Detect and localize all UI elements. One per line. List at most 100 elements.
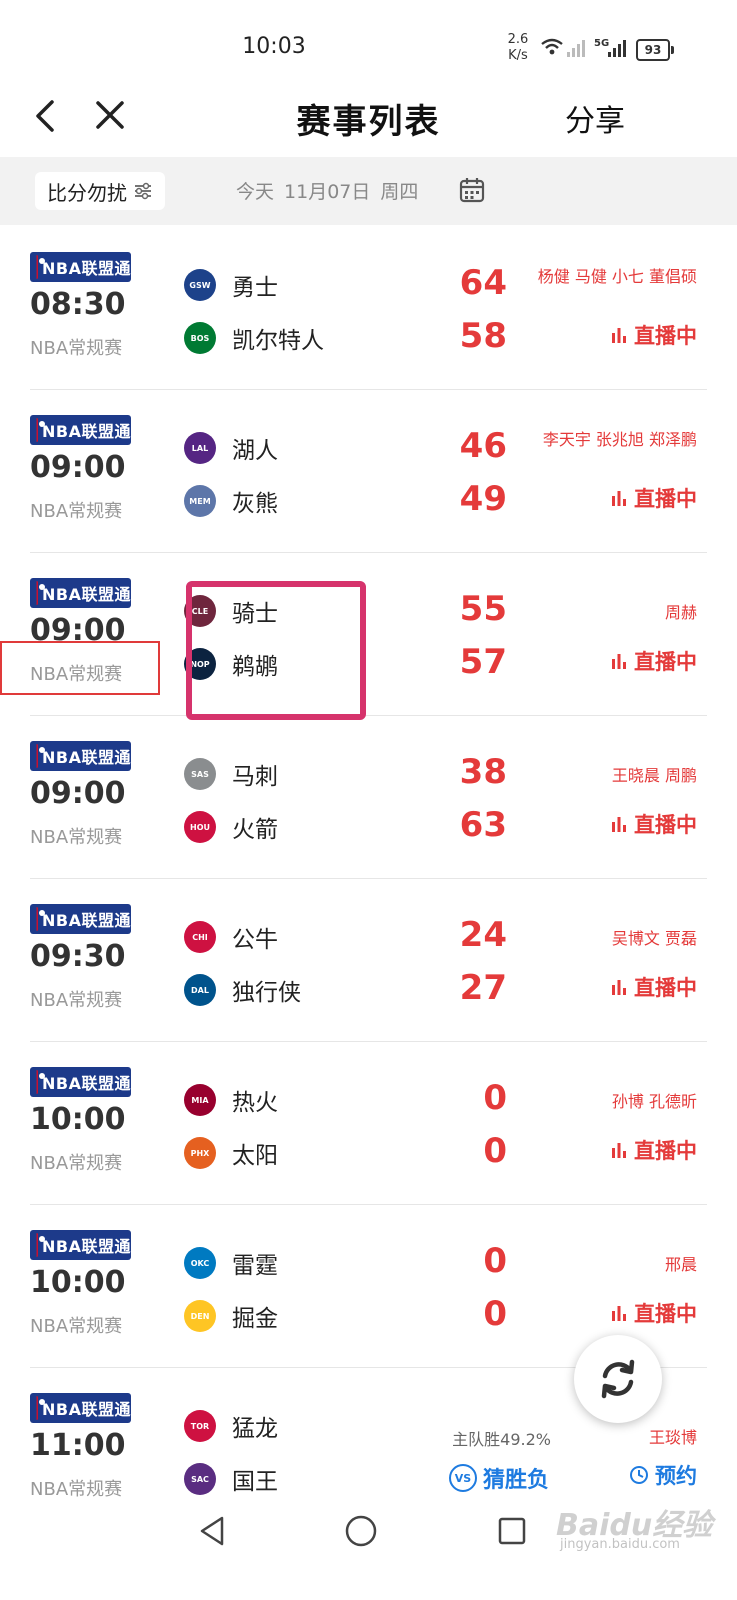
game-row[interactable]: NBA联盟通 10:00 NBA常规赛 MIA 热火 PHX 太阳 0 0 孙博 孔…: [30, 1042, 707, 1205]
score-home: 38: [459, 752, 507, 792]
filter-sliders-icon: [135, 182, 151, 200]
bulls-logo-icon: CHI: [184, 921, 216, 953]
clock-icon: [630, 1466, 648, 1484]
league-name: NBA常规赛: [30, 1153, 123, 1174]
celtics-logo-icon: BOS: [184, 322, 216, 354]
nba-logo-icon: [35, 418, 46, 442]
team-name: 猛龙: [232, 1416, 278, 1442]
league-name: NBA常规赛: [30, 827, 123, 848]
league-badge: NBA联盟通: [30, 1067, 131, 1097]
league-name: NBA常规赛: [30, 1316, 123, 1337]
league-badge: NBA联盟通: [30, 1230, 131, 1260]
score-away: 27: [459, 968, 507, 1008]
wifi-icon: [541, 38, 563, 55]
do-not-disturb-chip[interactable]: 比分勿扰: [35, 172, 165, 210]
score-home: 64: [459, 263, 507, 303]
nba-logo-icon: [35, 255, 46, 279]
live-bars-icon: [612, 328, 626, 343]
nba-logo-icon: [35, 1233, 46, 1257]
team-name: 雷霆: [232, 1253, 278, 1279]
team-name: 热火: [232, 1090, 278, 1116]
score-away: 0: [483, 1294, 507, 1334]
commentators: 周赫: [664, 603, 697, 622]
score-home: 46: [459, 426, 507, 466]
live-status[interactable]: 直播中: [610, 1298, 697, 1328]
team-away: HOU 火箭: [184, 807, 278, 847]
spurs-logo-icon: SAS: [184, 758, 216, 790]
nba-logo-icon: [35, 744, 46, 768]
game-row[interactable]: NBA联盟通 08:30 NBA常规赛 GSW 勇士 BOS 凯尔特人 64 58 …: [30, 227, 707, 390]
live-status[interactable]: 直播中: [610, 1135, 697, 1165]
lakers-logo-icon: LAL: [184, 432, 216, 464]
league-name: NBA常规赛: [30, 501, 123, 522]
refresh-button[interactable]: [574, 1335, 662, 1423]
team-name: 掘金: [232, 1306, 278, 1332]
game-list: NBA联盟通 08:30 NBA常规赛 GSW 勇士 BOS 凯尔特人 64 58 …: [0, 227, 737, 1530]
guess-winner-button[interactable]: VS 猜胜负: [448, 1462, 549, 1494]
team-name: 火箭: [232, 817, 278, 843]
team-name: 马刺: [232, 764, 278, 790]
score-home: 0: [483, 1078, 507, 1118]
game-time: 10:00: [30, 1265, 126, 1300]
league-badge: NBA联盟通: [30, 578, 131, 608]
game-time: 09:30: [30, 939, 126, 974]
league-name: NBA常规赛: [30, 1479, 123, 1500]
team-away: BOS 凯尔特人: [184, 318, 324, 358]
status-time: 10:03: [242, 34, 306, 59]
nav-back-icon[interactable]: [196, 1514, 228, 1548]
game-row[interactable]: NBA联盟通 09:00 NBA常规赛 SAS 马刺 HOU 火箭 38 63 王晓…: [30, 716, 707, 879]
score-home: 55: [459, 589, 507, 629]
nba-logo-icon: [35, 1070, 46, 1094]
nuggets-logo-icon: DEN: [184, 1300, 216, 1332]
rockets-logo-icon: HOU: [184, 811, 216, 843]
team-home: TOR 猛龙: [184, 1406, 278, 1446]
score-away: 0: [483, 1131, 507, 1171]
live-status[interactable]: 直播中: [610, 809, 697, 839]
commentators: 杨健 马健 小七 董倡硕: [537, 267, 697, 286]
nav-recent-icon[interactable]: [497, 1516, 527, 1546]
team-away: MEM 灰熊: [184, 481, 278, 521]
game-row[interactable]: NBA联盟通 09:30 NBA常规赛 CHI 公牛 DAL 独行侠 24 27 吴…: [30, 879, 707, 1042]
nba-logo-icon: [35, 907, 46, 931]
team-away: PHX 太阳: [184, 1133, 278, 1173]
share-button[interactable]: 分享: [565, 96, 625, 140]
team-home: GSW 勇士: [184, 265, 278, 305]
live-status[interactable]: 直播中: [610, 320, 697, 350]
team-name: 独行侠: [232, 980, 301, 1006]
team-name: 勇士: [232, 275, 278, 301]
game-time: 10:00: [30, 1102, 126, 1137]
live-status[interactable]: 直播中: [610, 483, 697, 513]
live-status[interactable]: 直播中: [610, 972, 697, 1002]
nav-home-icon[interactable]: [344, 1514, 378, 1548]
commentators: 邢晨: [664, 1255, 697, 1274]
team-name: 太阳: [232, 1143, 278, 1169]
commentators: 吴博文 贾磊: [611, 929, 697, 948]
commentators: 李天宇 张兆旭 郑泽鹏: [542, 430, 697, 449]
league-name: NBA常规赛: [30, 338, 123, 359]
battery-icon: 93: [636, 39, 674, 61]
vs-icon: VS: [448, 1464, 477, 1492]
reserve-button[interactable]: 预约: [629, 1460, 697, 1490]
chip-label: 比分勿扰: [47, 180, 127, 205]
league-badge: NBA联盟通: [30, 1393, 131, 1423]
thunder-logo-icon: OKC: [184, 1247, 216, 1279]
commentators: 王琰博: [648, 1428, 697, 1447]
team-home: CHI 公牛: [184, 917, 278, 957]
current-date: 今天 11月07日 周四: [236, 181, 419, 203]
team-name: 公牛: [232, 927, 278, 953]
game-row[interactable]: NBA联盟通 09:00 NBA常规赛 LAL 湖人 MEM 灰熊 46 49 李天…: [30, 390, 707, 553]
nba-logo-icon: [35, 581, 46, 605]
live-bars-icon: [612, 654, 626, 669]
live-bars-icon: [612, 1143, 626, 1158]
team-home: MIA 热火: [184, 1080, 278, 1120]
team-name: 凯尔特人: [232, 328, 324, 354]
team-name: 国王: [232, 1469, 278, 1495]
score-away: 57: [459, 642, 507, 682]
live-bars-icon: [612, 980, 626, 995]
live-bars-icon: [612, 1306, 626, 1321]
team-home: SAS 马刺: [184, 754, 278, 794]
live-status[interactable]: 直播中: [610, 646, 697, 676]
calendar-icon[interactable]: [459, 177, 485, 203]
signal-1-icon: [567, 40, 585, 57]
commentators: 王晓晨 周鹏: [611, 766, 697, 785]
